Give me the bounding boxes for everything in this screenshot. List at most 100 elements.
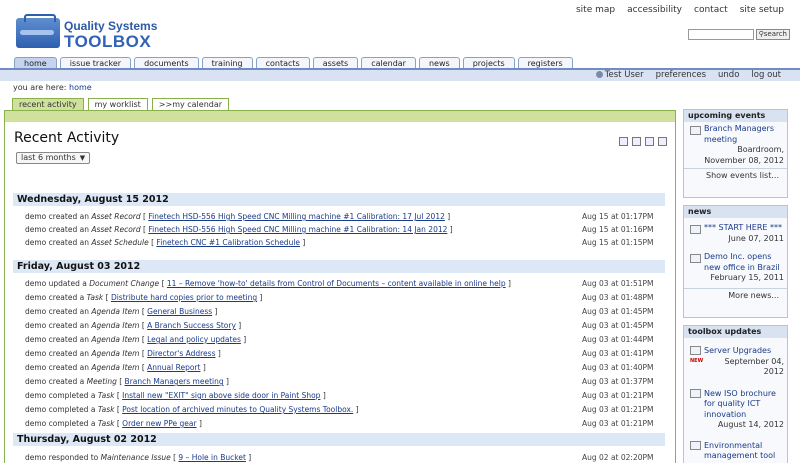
tab-my-calendar[interactable]: >>my calendar: [151, 98, 230, 110]
row-kind: Task: [97, 405, 115, 414]
row-time: Aug 15 at 01:15PM: [582, 238, 654, 247]
more-news-link[interactable]: More news...: [684, 287, 787, 303]
activity-row: demo completed a Task [ Order new PPe ge…: [25, 419, 654, 428]
print-icon[interactable]: [619, 137, 628, 146]
row-link[interactable]: Distribute hard copies prior to meeting: [111, 293, 257, 302]
date-range-select[interactable]: last 6 months ▼: [16, 152, 91, 164]
search-button[interactable]: ⚲search: [755, 29, 790, 40]
activity-row: demo created an Asset Record [ Finetech …: [25, 212, 654, 221]
row-link[interactable]: Director's Address: [147, 349, 215, 358]
search-button-label: search: [763, 30, 787, 38]
update-date: August 14, 2012: [717, 420, 784, 429]
email-icon[interactable]: [658, 137, 667, 146]
row-kind: Meeting: [86, 377, 117, 386]
undo-link[interactable]: undo: [718, 70, 739, 81]
row-link[interactable]: Finetech CNC #1 Calibration Schedule: [156, 238, 300, 247]
row-prefix: demo created an: [25, 321, 89, 330]
row-kind: Maintenance Issue: [100, 453, 171, 462]
activity-row: demo created an Agenda Item [ Director's…: [25, 349, 654, 358]
row-kind: Task: [86, 293, 104, 302]
news-link[interactable]: Demo Inc. opens new office in Brazil: [704, 252, 780, 272]
update-link[interactable]: Environmental management tool from: [704, 441, 775, 463]
tab-recent-activity[interactable]: recent activity: [12, 98, 84, 110]
news-item[interactable]: Demo Inc. opens new office in Brazil Feb…: [684, 246, 787, 286]
row-link[interactable]: 11 – Remove 'how-to' details from Contro…: [167, 279, 506, 288]
logout-link[interactable]: log out: [751, 70, 781, 81]
site-map-link[interactable]: site map: [576, 5, 615, 15]
event-date: November 08, 2012: [704, 155, 784, 165]
activity-row: demo created an Agenda Item [ General Bu…: [25, 307, 654, 316]
row-prefix: demo completed a: [25, 405, 96, 414]
row-kind: Task: [97, 419, 115, 428]
update-item[interactable]: NEW Server Upgrades September 04, 2012: [684, 338, 787, 380]
user-icon: [595, 71, 603, 78]
row-link[interactable]: Finetech HSD-556 High Speed CNC Milling …: [148, 212, 445, 221]
row-link[interactable]: General Business: [147, 307, 212, 316]
news-item[interactable]: *** START HERE *** June 07, 2011: [684, 218, 787, 246]
row-prefix: demo created a: [25, 293, 85, 302]
event-item[interactable]: Branch Managers meeting Boardroom, Novem…: [684, 122, 787, 168]
update-date: September 04, 2012: [724, 356, 784, 377]
update-link[interactable]: New ISO brochure for quality ICT innovat…: [704, 389, 776, 419]
row-kind: Task: [97, 391, 115, 400]
activity-row: demo created an Agenda Item [ Annual Rep…: [25, 363, 654, 372]
contact-link[interactable]: contact: [694, 5, 728, 15]
site-logo[interactable]: Quality Systems TOOLBOX: [16, 14, 157, 51]
breadcrumb-home-link[interactable]: home: [69, 83, 92, 92]
update-item[interactable]: Environmental management tool from: [684, 433, 787, 463]
update-item[interactable]: New ISO brochure for quality ICT innovat…: [684, 380, 787, 433]
row-link[interactable]: Install new "EXIT" sign above side door …: [122, 391, 320, 400]
toolbox-updates-title: toolbox updates: [684, 326, 787, 338]
preferences-link[interactable]: preferences: [656, 70, 706, 81]
row-prefix: demo created an: [25, 225, 89, 234]
activity-row: demo created a Task [ Distribute hard co…: [25, 293, 654, 302]
current-user[interactable]: Test User: [595, 70, 644, 81]
news-link[interactable]: *** START HERE ***: [704, 223, 782, 232]
update-link[interactable]: Server Upgrades: [704, 346, 771, 355]
row-time: Aug 03 at 01:51PM: [582, 279, 654, 288]
row-time: Aug 03 at 01:48PM: [582, 293, 654, 302]
event-place: Boardroom,: [737, 145, 784, 154]
row-link[interactable]: Annual Report: [147, 363, 200, 372]
accessibility-link[interactable]: accessibility: [627, 5, 682, 15]
user-name: Test User: [604, 70, 644, 80]
site-setup-link[interactable]: site setup: [740, 5, 784, 15]
row-time: Aug 15 at 01:17PM: [582, 212, 654, 221]
row-time: Aug 03 at 01:21PM: [582, 391, 654, 400]
new-badge: NEW: [690, 358, 704, 364]
activity-tabs: recent activity my worklist >>my calenda…: [12, 98, 230, 110]
day-heading: Wednesday, August 15 2012: [13, 193, 665, 206]
row-prefix: demo responded to: [25, 453, 99, 462]
row-link[interactable]: 9 – Hole in Bucket: [178, 453, 245, 462]
excel-icon[interactable]: [645, 137, 654, 146]
show-events-link[interactable]: Show events list...: [684, 168, 787, 183]
top-header: Quality Systems TOOLBOX site map accessi…: [0, 0, 800, 58]
activity-row: demo created an Asset Record [ Finetech …: [25, 225, 654, 234]
event-link[interactable]: Branch Managers meeting: [704, 124, 774, 144]
row-time: Aug 03 at 01:37PM: [582, 377, 654, 386]
row-link[interactable]: Finetech HSD-556 High Speed CNC Milling …: [148, 225, 447, 234]
search-input[interactable]: [687, 29, 754, 40]
row-time: Aug 15 at 01:16PM: [582, 225, 654, 234]
export-icon[interactable]: [632, 137, 641, 146]
row-link[interactable]: Legal and policy updates: [147, 335, 241, 344]
panel-tools: [619, 137, 667, 146]
row-link[interactable]: Branch Managers meeting: [125, 377, 224, 386]
row-link[interactable]: Order new PPe gear: [122, 419, 196, 428]
breadcrumb-prefix: you are here:: [13, 83, 67, 92]
row-kind: Agenda Item: [91, 307, 140, 316]
tab-my-worklist[interactable]: my worklist: [87, 98, 148, 110]
utility-links: site map accessibility contact site setu…: [576, 5, 784, 15]
row-link[interactable]: A Branch Success Story: [147, 321, 236, 330]
row-prefix: demo created an: [25, 363, 89, 372]
day-heading: Thursday, August 02 2012: [13, 433, 665, 446]
row-time: Aug 03 at 01:41PM: [582, 349, 654, 358]
update-icon: [690, 388, 701, 398]
logo-line1: Quality Systems: [64, 19, 158, 33]
activity-row: demo created an Agenda Item [ A Branch S…: [25, 321, 654, 330]
row-link[interactable]: Post location of archived minutes to Qua…: [122, 405, 353, 414]
row-kind: Asset Record: [91, 212, 141, 221]
activity-panel: Recent Activity last 6 months ▼ Wednesday…: [4, 110, 676, 463]
news-panel: news *** START HERE *** June 07, 2011 De…: [683, 205, 788, 318]
activity-row: demo created an Agenda Item [ Legal and …: [25, 335, 654, 344]
